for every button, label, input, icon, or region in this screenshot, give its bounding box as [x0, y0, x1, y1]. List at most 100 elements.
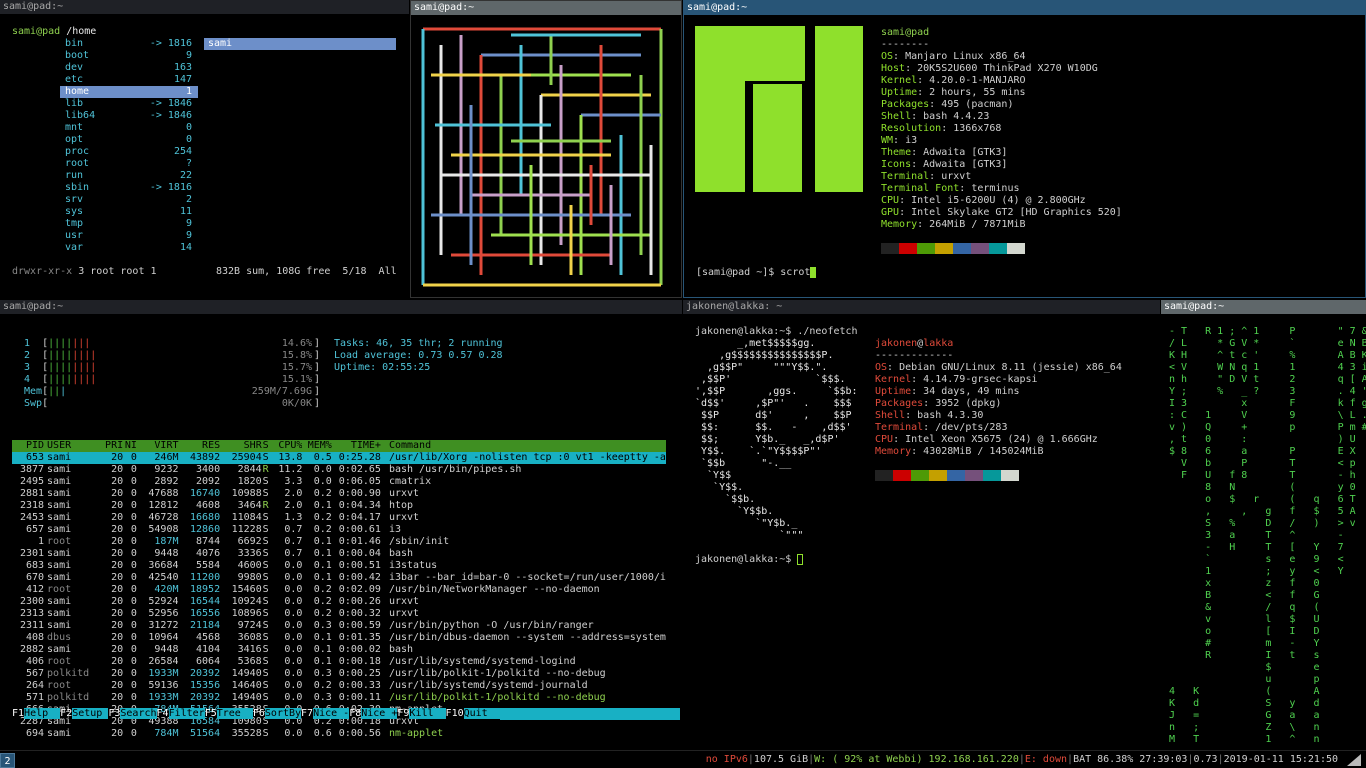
table-row[interactable]: 3877 sami 20 0 9232 3400 2844 R 11.2 0.0 0:02.65 ba…: [12, 464, 666, 476]
ranger-entry[interactable]: lib -> 1846: [60, 98, 198, 110]
table-row[interactable]: 408 dbus 20 0 10964 4568 3608 S 0.0 0.1 0:01.35/us…: [12, 632, 666, 644]
workspace-button[interactable]: 2: [0, 753, 15, 768]
fkey-f5[interactable]: F5: [205, 708, 217, 719]
ranger-entry[interactable]: root?: [60, 158, 198, 170]
ranger-entry[interactable]: sys 11: [60, 206, 198, 218]
fkey-label[interactable]: Setup: [72, 708, 109, 719]
ranger-entry[interactable]: etc 147: [60, 74, 198, 86]
neofetch-divider: --------: [881, 39, 930, 50]
function-key-bar[interactable]: F1Help F2Setup F3SearchF4FilterF5Tree F6…: [12, 708, 680, 720]
ranger-window[interactable]: sami@pad:~ sami@pad /home bin -> 1816 boot…: [0, 0, 409, 298]
fkey-label[interactable]: Kill: [409, 708, 446, 719]
info-line: OS: Debian GNU/Linux 8.11 (jessie) x86_6…: [875, 362, 1122, 373]
table-row[interactable]: 567 polkitd 20 0 1933M 20392 14940 S 0.0 0.3 0:00.…: [12, 668, 666, 680]
info-line: Kernel: 4.14.79-grsec-kapsi: [875, 374, 1038, 385]
ranger-entry[interactable]: proc 254: [60, 146, 198, 158]
info-line: OS: Manjaro Linux x86_64: [881, 51, 1026, 62]
ranger-entry[interactable]: bin -> 1816: [60, 38, 198, 50]
matrix-line: Y ; % _ ? 3 . 4 ': [1169, 386, 1366, 397]
neofetch-user: jakonen@lakka: [875, 338, 954, 349]
fkey-label[interactable]: Quit: [463, 708, 500, 719]
i3-status-bar: 2 no IPv6|107.5 GiB|W: ( 92% at Webbi) 1…: [0, 750, 1366, 768]
table-row[interactable]: 2882 sami 20 0 9448 4104 3416 S 0.0 0.1 0:00.02 bas…: [12, 644, 666, 656]
window-title: jakonen@lakka: ~: [683, 300, 1160, 314]
ranger-entry[interactable]: opt 0: [60, 134, 198, 146]
table-row[interactable]: 2881 sami 20 0 47688 16740 10988 S 2.0 0.2 0:00.90…: [12, 488, 666, 500]
fkey-f6[interactable]: F6: [253, 708, 265, 719]
ranger-entry[interactable]: dev 163: [60, 62, 198, 74]
fkey-label[interactable]: Tree: [216, 708, 253, 719]
info-line: CPU: Intel Xeon X5675 (24) @ 1.666GHz: [875, 434, 1098, 445]
pipes-window[interactable]: sami@pad:~: [410, 0, 682, 298]
fkey-f9[interactable]: F9: [397, 708, 409, 719]
htop-window[interactable]: sami@pad:~ 1 [||||||| 14.6%] 2 [|||||||| 15…: [0, 300, 682, 750]
fkey-f3[interactable]: F3: [108, 708, 120, 719]
fkey-f10[interactable]: F10: [446, 708, 464, 719]
table-row[interactable]: 653 sami 20 0 246M 43892 25904 S 13.8 0.5 0:25.28/…: [12, 452, 666, 464]
info-line: Terminal: urxvt: [881, 171, 972, 182]
fkey-label[interactable]: Nice +: [361, 708, 398, 719]
fkey-f7[interactable]: F7: [301, 708, 313, 719]
fkey-f8[interactable]: F8: [349, 708, 361, 719]
neofetch-window[interactable]: sami@pad:~ sami@pad -------- OS: Manjaro…: [683, 0, 1366, 298]
fkey-f4[interactable]: F4: [157, 708, 169, 719]
table-row[interactable]: 2300 sami 20 0 52924 16544 10924 S 0.0 0.2 0:00.26…: [12, 596, 666, 608]
ranger-entry[interactable]: sbin -> 1816: [60, 182, 198, 194]
ranger-entry[interactable]: home 1: [60, 86, 198, 98]
fkey-f1[interactable]: F1: [12, 708, 24, 719]
ranger-entry[interactable]: boot 9: [60, 50, 198, 62]
fkey-f2[interactable]: F2: [60, 708, 72, 719]
ranger-entry[interactable]: usr 9: [60, 230, 198, 242]
swap-meter: Swp[0K/0K]: [24, 398, 320, 409]
ranger-entry[interactable]: run 22: [60, 170, 198, 182]
table-row[interactable]: 683 sami 20 0 36684 5584 4600 S 0.0 0.1 0:00.51 i3s…: [12, 560, 666, 572]
shell-prompt[interactable]: jakonen@lakka:~$: [695, 554, 804, 566]
window-title: sami@pad:~: [1161, 300, 1366, 314]
table-row[interactable]: 657 sami 20 0 54908 12860 11228 S 0.7 0.2 0:00.61 i…: [12, 524, 666, 536]
network-tray-icon[interactable]: [1346, 753, 1362, 767]
ranger-path: sami@pad /home: [12, 26, 97, 37]
ranger-entry[interactable]: mnt 0: [60, 122, 198, 134]
debian-neofetch-window[interactable]: jakonen@lakka: ~ jakonen@lakka:~$ ./neof…: [683, 300, 1160, 750]
color-palette: [875, 470, 1019, 485]
table-row[interactable]: 2318 sami 20 0 12812 4608 3464 R 2.0 0.1 0:04.34 ht…: [12, 500, 666, 512]
ranger-entry[interactable]: var 14: [60, 242, 198, 254]
fkey-label[interactable]: Help: [24, 708, 61, 719]
ranger-entry[interactable]: tmp 9: [60, 218, 198, 230]
fkey-label[interactable]: Search: [120, 708, 157, 719]
info-line: Memory: 264MiB / 7871MiB: [881, 219, 1026, 230]
process-table[interactable]: PID USER PRI NI VIRT RES SHR S CPU% MEM% TIME+ Comm…: [12, 440, 666, 740]
table-row[interactable]: 2311 sami 20 0 31272 21184 9724 S 0.0 0.3 0:00.59/…: [12, 620, 666, 632]
table-row[interactable]: 694 sami 20 0 784M 51564 35528 S 0.0 0.6 0:00.56 nm…: [12, 728, 666, 740]
table-row[interactable]: 2495 sami 20 0 2892 2092 1820 S 3.3 0.0 0:06.05 cma…: [12, 476, 666, 488]
table-row[interactable]: 670 sami 20 0 42540 11200 9980 S 0.0 0.1 0:00.42 i3…: [12, 572, 666, 584]
color-swatch: [935, 243, 953, 254]
color-swatch: [875, 470, 893, 481]
table-row[interactable]: 264 root 20 0 59136 15356 14640 S 0.0 0.2 0:00.33/…: [12, 680, 666, 692]
table-row[interactable]: 2301 sami 20 0 9448 4076 3336 S 0.7 0.1 0:00.04 bas…: [12, 548, 666, 560]
ipv6-status: no IPv6: [705, 754, 748, 765]
cmatrix-window[interactable]: sami@pad:~ - T R 1 ; ^ 1 P " 7 & / L * G …: [1161, 300, 1366, 750]
table-row[interactable]: 412 root 20 0 420M 18952 15460 S 0.0 0.2 0:02.09/u…: [12, 584, 666, 596]
logo-line: `Y$$.: [695, 482, 744, 493]
clock: 2019-01-11 15:21:50: [1223, 754, 1338, 765]
ranger-file-list[interactable]: bin -> 1816 boot 9 dev 163 etc 147 home 1 lib -> 18…: [60, 38, 198, 254]
color-swatch: [971, 243, 989, 254]
table-row[interactable]: 2313 sami 20 0 52956 16556 10896 S 0.0 0.2 0:00.32…: [12, 608, 666, 620]
shell-prompt[interactable]: [sami@pad ~]$ scrot_: [696, 267, 817, 279]
fkey-label[interactable]: Nice -: [313, 708, 350, 719]
table-row[interactable]: 1 root 20 0 187M 8744 6692 S 0.7 0.1 0:01.46/sbin/…: [12, 536, 666, 548]
fkey-label[interactable]: Filter: [168, 708, 205, 719]
table-row[interactable]: 2453 sami 20 0 46728 16680 11084 S 1.3 0.2 0:04.17…: [12, 512, 666, 524]
table-row[interactable]: 406 root 20 0 26584 6064 5368 S 0.0 0.1 0:00.18/us…: [12, 656, 666, 668]
fkey-label[interactable]: SortBy: [264, 708, 302, 719]
color-palette: [881, 243, 1025, 258]
htop-tasks: Tasks: 46, 35 thr; 2 running: [334, 338, 503, 349]
table-row[interactable]: 571 polkitd 20 0 1933M 20392 14940 S 0.0 0.3 0:00.…: [12, 692, 666, 704]
logo-line: `$$b.: [695, 494, 756, 505]
color-swatch: [989, 243, 1007, 254]
ranger-entry[interactable]: lib64 -> 1846: [60, 110, 198, 122]
ranger-entry[interactable]: srv 2: [60, 194, 198, 206]
matrix-line: n ; Z \ n: [1169, 722, 1320, 733]
ranger-preview-item[interactable]: sami: [204, 38, 396, 50]
